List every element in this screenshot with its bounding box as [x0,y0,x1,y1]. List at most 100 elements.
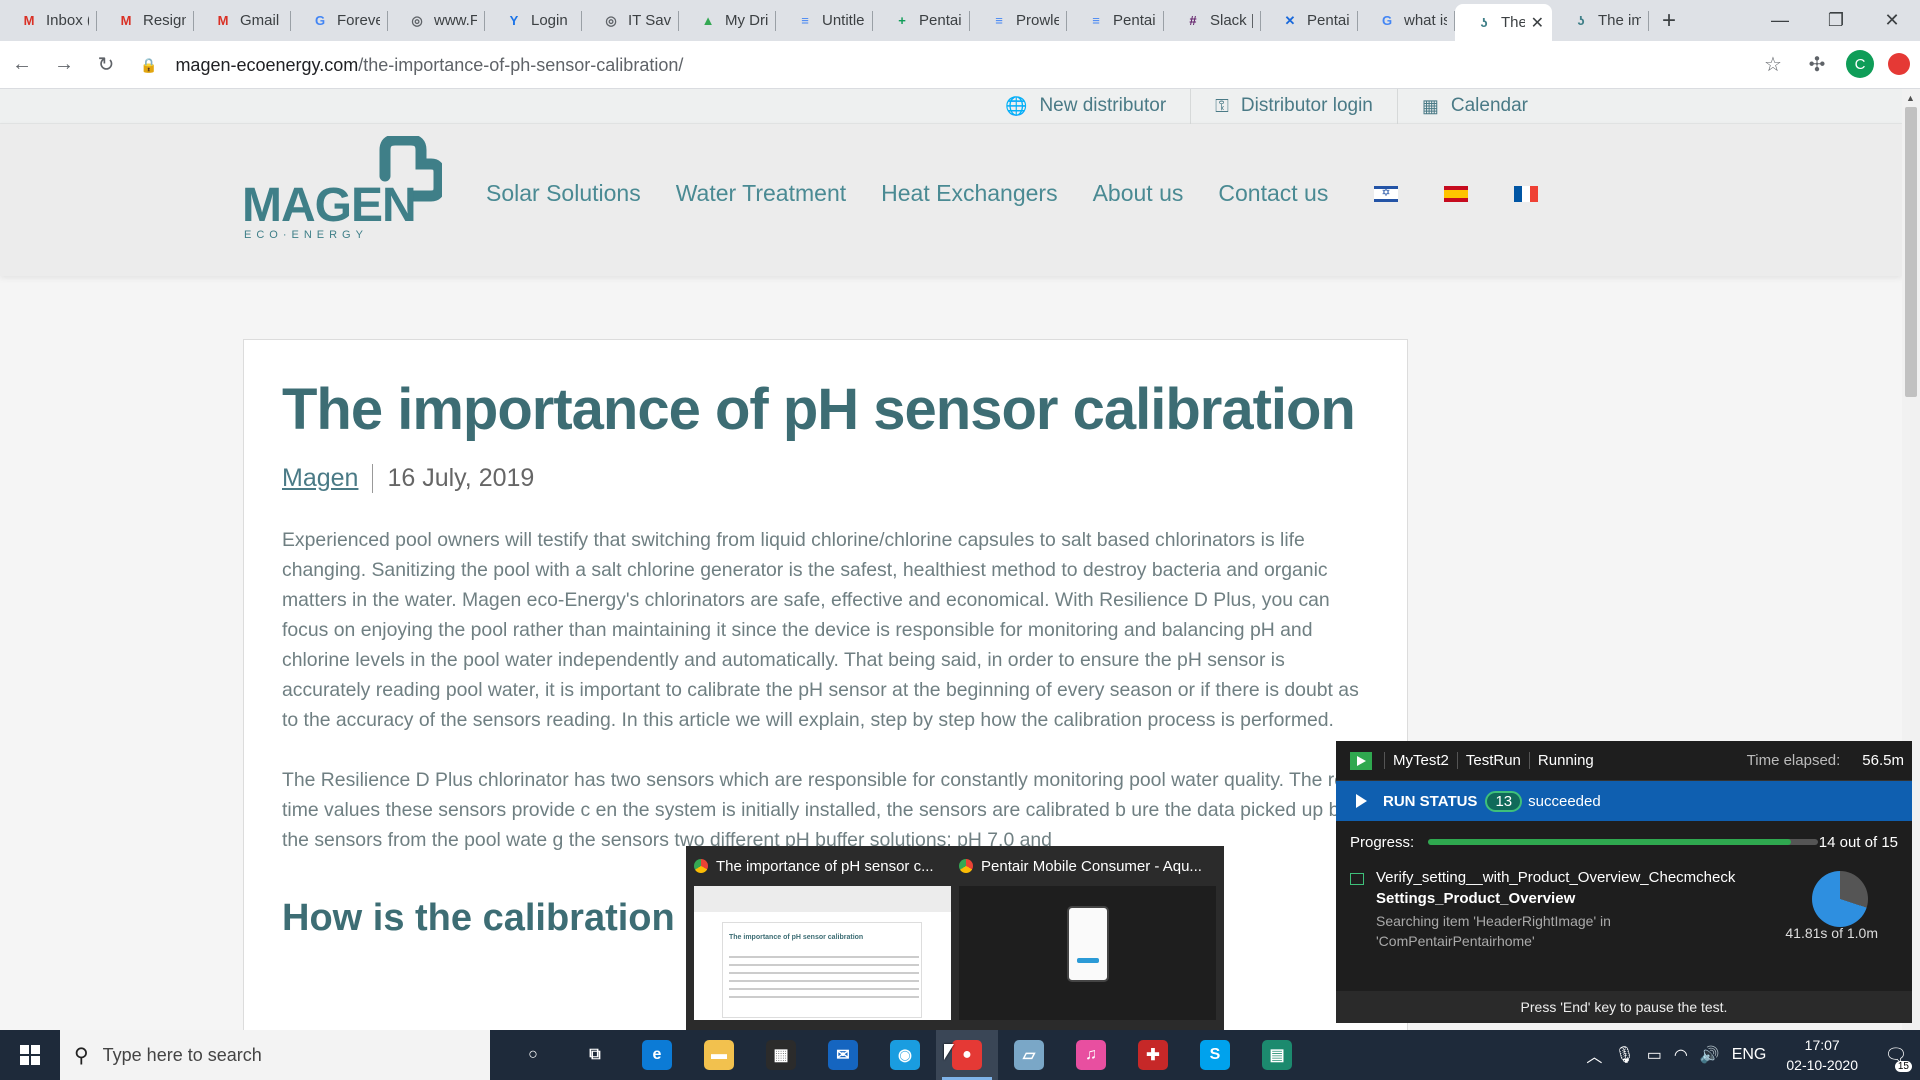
thumbnail-title-text: Pentair Mobile Consumer - Aqu... [981,857,1202,875]
extension-icon[interactable] [1888,53,1910,75]
wifi-icon[interactable]: ◠ [1668,1045,1694,1065]
y-icon: Y [509,13,519,28]
browser-tab[interactable]: ʖ The ✕ [1455,4,1552,41]
scroll-up-arrow-icon[interactable]: ▲ [1906,93,1915,103]
magen-logo[interactable]: MAGEN ECO·ENERGY [242,136,442,241]
tab-title: Login [531,12,568,29]
taskbar-app-button[interactable]: S [1184,1030,1246,1080]
browser-tab[interactable]: M Gmail [194,0,291,41]
restore-button[interactable]: ❐ [1808,0,1864,41]
taskbar-app-button[interactable]: ○ [502,1030,564,1080]
taskbar-app-button[interactable]: ⧉ [564,1030,626,1080]
thumbnail-pentair-window[interactable]: Pentair Mobile Consumer - Aqu... [959,854,1216,1022]
taskbar-app-button[interactable]: ▬ [688,1030,750,1080]
mail-icon: ✉ [828,1040,858,1070]
key-icon: ⚿ [1215,95,1229,116]
browser-tab[interactable]: ◎ www.F [388,0,485,41]
reload-button[interactable]: ↻ [86,45,126,85]
browser-tab[interactable]: Gwhat is [1358,0,1455,41]
url-host: magen-ecoenergy.com [175,54,359,75]
browser-tab[interactable]: M Resign [97,0,194,41]
calendar-label: Calendar [1450,95,1528,116]
nav-contact-us[interactable]: Contact us [1218,180,1328,207]
succeeded-count-badge: 13 [1485,790,1523,812]
nav-heat-exchangers[interactable]: Heat Exchangers [881,180,1057,207]
bookmark-star-icon[interactable]: ☆ [1758,49,1788,79]
forward-button[interactable]: → [44,45,84,85]
back-button[interactable]: ← [2,45,42,85]
clock-date: 02-10-2020 [1786,1057,1858,1073]
browser-tab[interactable]: ▲ My Dri [679,0,776,41]
taskbar-clock[interactable]: 17:07 02-10-2020 [1772,1035,1872,1075]
magen-icon: ʖ [1480,15,1488,30]
minimize-button[interactable]: — [1752,0,1808,41]
progress-count: 14 out of 15 [1818,833,1898,851]
test-run-status-panel: MyTest2 TestRun Running Time elapsed: 56.… [1336,741,1912,1023]
browser-tab[interactable]: ≡ Pentai [1067,0,1164,41]
taskbar-app-button[interactable]: ♫ [1060,1030,1122,1080]
action-center-button[interactable]: 🗨 15 [1872,1030,1920,1080]
mini-header [694,886,951,912]
microphone-icon[interactable]: 🎙 [1608,1045,1640,1065]
run-status-label: RUN STATUS [1383,792,1478,810]
extensions-puzzle-icon[interactable]: ✣ [1802,49,1832,79]
globe-icon: ◎ [411,12,423,28]
taskbar-app-button[interactable]: ✚ [1122,1030,1184,1080]
new-distributor-link[interactable]: 🌐 New distributor [981,89,1190,124]
docs-icon: ≡ [995,13,1003,28]
browser-tab[interactable]: M Inbox ( [0,0,97,41]
nav-about-us[interactable]: About us [1093,180,1184,207]
show-hidden-icons-chevron-icon[interactable]: ︿ [1580,1043,1608,1067]
taskbar-search-box[interactable]: ⚲ Type here to search [60,1030,490,1080]
run-state: Running [1528,752,1602,769]
taskbar-app-button[interactable]: ▤ [1246,1030,1308,1080]
tab-title: Pentai [1307,12,1350,29]
start-button[interactable] [0,1030,60,1080]
nav-solar-solutions[interactable]: Solar Solutions [486,180,641,207]
browser-tab[interactable]: ʖ The im [1552,0,1649,41]
browser-tab[interactable]: Y Login [485,0,582,41]
progress-row: Progress: 14 out of 15 [1336,821,1912,863]
france-flag-icon[interactable] [1514,185,1539,202]
thumbnail-title-text: The importance of pH sensor c... [716,857,934,875]
browser-tab[interactable]: G Foreve [291,0,388,41]
battery-icon[interactable]: ▭ [1641,1045,1668,1065]
close-window-button[interactable]: ✕ [1864,0,1920,41]
nav-water-treatment[interactable]: Water Treatment [676,180,846,207]
input-language[interactable]: ENG [1726,1046,1773,1064]
browser-tab[interactable]: ≡ Untitle [776,0,873,41]
address-bar[interactable]: 🔒 magen-ecoenergy.com/the-importance-of-… [140,47,1760,83]
new-tab-button[interactable]: + [1649,0,1689,41]
profile-avatar[interactable]: C [1846,50,1874,78]
spain-flag-icon[interactable] [1444,185,1469,202]
main-navigation: Solar Solutions Water Treatment Heat Exc… [486,180,1539,207]
browser-tab[interactable]: + Pentai [873,0,970,41]
browser-tab[interactable]: ✕ Pentai [1261,0,1358,41]
gmail-icon: M [120,13,132,28]
browser-tab[interactable]: # Slack | [1164,0,1261,41]
gmail-icon: M [23,13,35,28]
tab-title: Foreve [337,12,380,29]
test-name: MyTest2 [1384,752,1457,769]
scrollbar-thumb[interactable] [1905,107,1917,397]
israel-flag-icon[interactable] [1374,185,1399,202]
taskbar-app-button[interactable]: ✉ [812,1030,874,1080]
distributor-login-link[interactable]: ⚿ Distributor login [1190,89,1397,124]
taskbar-app-button[interactable]: e [626,1030,688,1080]
notes-icon: ▱ [1014,1040,1044,1070]
volume-icon[interactable]: 🔊 [1694,1045,1726,1065]
author-link[interactable]: Magen [282,463,374,493]
lock-icon[interactable]: 🔒 [140,57,157,74]
play-arrow-icon [1356,794,1367,808]
taskbar-app-button[interactable]: ▱ [998,1030,1060,1080]
browser-tab[interactable]: ≡ Prowle [970,0,1067,41]
thumbnail-magen-window[interactable]: The importance of pH sensor c... The imp… [694,854,951,1022]
test-action-description: Searching item 'HeaderRightImage' in 'Co… [1376,913,1611,949]
tab-title: IT Savi [628,12,671,29]
browser-tab[interactable]: ◎ IT Savi [582,0,679,41]
url-path: /the-importance-of-ph-sensor-calibration… [358,54,684,75]
taskbar-app-button[interactable]: ◉ [874,1030,936,1080]
taskbar-app-button[interactable]: ▦ [750,1030,812,1080]
close-tab-icon[interactable]: ✕ [1525,13,1544,33]
calendar-link[interactable]: ▦ Calendar [1396,89,1552,124]
